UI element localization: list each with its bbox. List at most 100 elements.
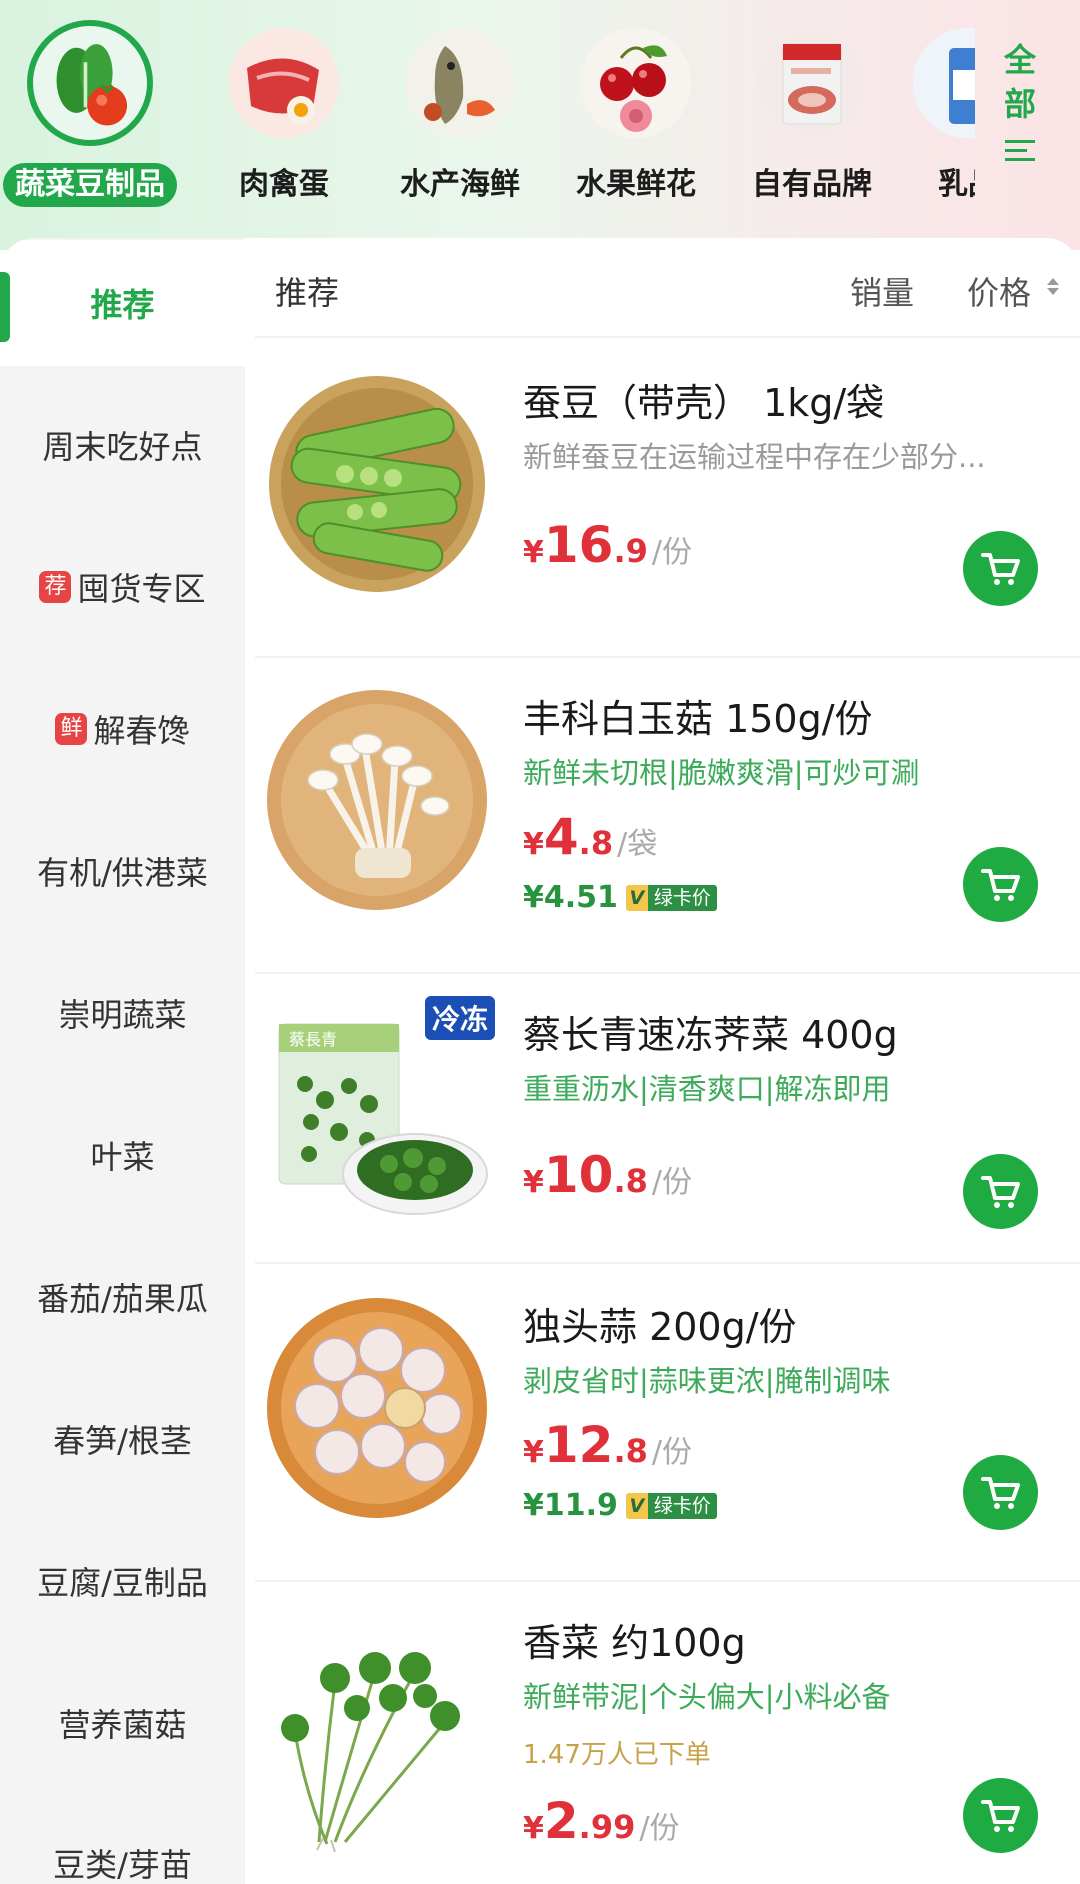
price-decimal: .8 <box>578 824 614 862</box>
price-decimal: .8 <box>613 1162 648 1200</box>
price-unit: /份 <box>651 1165 692 1200</box>
cart-icon <box>980 1799 1020 1832</box>
product-subtitle: 新鲜未切根|脆嫩爽滑|可炒可涮 <box>523 756 920 790</box>
v-icon: V <box>625 884 648 911</box>
category-label: 自有品牌 <box>752 167 872 202</box>
price-unit: /份 <box>639 1811 680 1846</box>
sidebar-item-beans[interactable]: 豆类/芽苗 <box>0 1798 245 1884</box>
coriander-image <box>265 1612 490 1853</box>
product-price: ¥2.99/份 <box>523 1792 679 1850</box>
sort-sales-tab[interactable]: 销量 <box>850 268 914 314</box>
product-title: 丰科白玉菇 150g/份 <box>523 697 873 741</box>
add-to-cart-button[interactable] <box>963 1154 1038 1229</box>
sidebar-item-label: 营养菌菇 <box>58 1706 187 1744</box>
recommend-badge: 荐 <box>39 571 72 603</box>
sidebar-item-bamboo[interactable]: 春笋/根茎 <box>0 1374 245 1504</box>
product-subtitle: 新鲜蚕豆在运输过程中存在少部分... <box>523 440 986 474</box>
sort-price-tab[interactable]: 价格 <box>967 268 1031 314</box>
add-to-cart-button[interactable] <box>963 531 1038 606</box>
fruit-flower-icon <box>581 28 691 138</box>
product-title: 蔡长青速冻荠菜 400g <box>523 1013 898 1057</box>
sidebar-item-recommend[interactable]: 推荐 <box>0 240 245 366</box>
category-own-brand[interactable]: 自有品牌 <box>724 18 900 218</box>
dairy-icon <box>913 28 975 138</box>
product-card[interactable]: 独头蒜 200g/份 剥皮省时|蒜味更浓|腌制调味 ¥12.8/份 ¥11.9 … <box>255 1266 1080 1582</box>
member-price-value: ¥4.51 <box>523 880 618 915</box>
green-card-badge: V 绿卡价 <box>625 884 717 911</box>
cart-icon <box>980 552 1020 585</box>
price-decimal: .8 <box>613 1432 648 1470</box>
green-card-label: 绿卡价 <box>647 1492 717 1519</box>
add-to-cart-button[interactable] <box>963 1455 1038 1530</box>
sidebar-item-label: 有机/供港菜 <box>37 854 208 892</box>
sidebar-item-label: 豆腐/豆制品 <box>37 1564 208 1602</box>
green-card-label: 绿卡价 <box>647 884 717 911</box>
currency-symbol: ¥ <box>523 1811 544 1846</box>
main-panel: 推荐 周末吃好点 荐 囤货专区 鲜 解春馋 有机/供港菜 崇明蔬菜 叶菜 番茄/… <box>0 238 1080 1884</box>
price-integer: 12 <box>543 1416 614 1474</box>
member-price: ¥4.51 V 绿卡价 <box>523 880 717 915</box>
v-icon: V <box>625 1492 648 1519</box>
sidebar-item-spring[interactable]: 鲜 解春馋 <box>0 664 245 794</box>
category-label: 水果鲜花 <box>576 167 696 202</box>
green-card-badge: V 绿卡价 <box>625 1492 717 1519</box>
product-card[interactable]: 香菜 约100g 新鲜带泥|个头偏大|小料必备 1.47万人已下单 ¥2.99/… <box>255 1582 1080 1884</box>
product-price: ¥12.8/份 <box>523 1416 692 1474</box>
category-fruit-flower[interactable]: 水果鲜花 <box>548 18 724 218</box>
add-to-cart-button[interactable] <box>963 1778 1038 1853</box>
product-subtitle: 新鲜带泥|个头偏大|小料必备 <box>523 1680 891 1714</box>
sort-recommend-tab[interactable]: 推荐 <box>275 268 339 314</box>
category-label: 水产海鲜 <box>400 167 520 202</box>
category-dairy[interactable]: 乳品 <box>880 18 975 218</box>
vegetable-icon <box>27 20 153 146</box>
product-card[interactable]: 丰科白玉菇 150g/份 新鲜未切根|脆嫩爽滑|可炒可涮 ¥4.8/袋 ¥4.5… <box>255 658 1080 974</box>
sidebar-item-chongming[interactable]: 崇明蔬菜 <box>0 948 245 1078</box>
price-integer: 4 <box>543 808 579 866</box>
sidebar-item-stockup[interactable]: 荐 囤货专区 <box>0 522 245 652</box>
cart-icon <box>980 1476 1020 1509</box>
cart-icon <box>980 868 1020 901</box>
category-meat-egg[interactable]: 肉禽蛋 <box>196 18 372 218</box>
category-vegetables[interactable]: 蔬菜豆制品 <box>2 18 178 218</box>
sidebar-item-leafy[interactable]: 叶菜 <box>0 1090 245 1220</box>
price-integer: 10 <box>543 1146 614 1204</box>
product-price: ¥16.9/份 <box>523 516 692 574</box>
all-label-1: 全 <box>1003 41 1036 79</box>
category-seafood[interactable]: 水产海鲜 <box>372 18 548 218</box>
own-brand-icon <box>757 28 867 138</box>
sidebar-item-organic[interactable]: 有机/供港菜 <box>0 806 245 936</box>
category-label: 乳品 <box>938 167 975 202</box>
sidebar-item-label: 周末吃好点 <box>42 428 203 466</box>
cart-icon <box>980 1175 1020 1208</box>
menu-lines-icon <box>1005 134 1035 167</box>
product-card[interactable]: 蔡長青 冷冻 蔡长青速冻荠菜 400g 重重沥水|清香爽口|解冻即用 ¥10.8… <box>255 974 1080 1264</box>
member-price: ¥11.9 V 绿卡价 <box>523 1488 717 1523</box>
sort-bar: 推荐 销量 价格 <box>255 238 1080 338</box>
sidebar: 推荐 周末吃好点 荐 囤货专区 鲜 解春馋 有机/供港菜 崇明蔬菜 叶菜 番茄/… <box>0 238 245 1884</box>
product-card[interactable]: 蚕豆（带壳） 1kg/袋 新鲜蚕豆在运输过程中存在少部分... ¥16.9/份 <box>255 342 1080 658</box>
sidebar-item-weekend[interactable]: 周末吃好点 <box>0 380 245 510</box>
sidebar-item-mushroom[interactable]: 营养菌菇 <box>0 1658 245 1788</box>
fresh-badge: 鲜 <box>55 713 88 745</box>
all-categories-button[interactable]: 全 部 <box>985 38 1055 188</box>
product-price: ¥4.8/袋 <box>523 808 657 866</box>
category-scroll[interactable]: 蔬菜豆制品 肉禽蛋 水产海鲜 水果鲜花 自有品牌 乳 <box>0 0 975 240</box>
add-to-cart-button[interactable] <box>963 847 1038 922</box>
price-unit: /份 <box>651 535 692 570</box>
all-label-2: 部 <box>1003 85 1036 123</box>
price-decimal: .99 <box>578 1808 636 1846</box>
product-title: 独头蒜 200g/份 <box>523 1305 797 1349</box>
sidebar-item-label: 春笋/根茎 <box>53 1422 192 1460</box>
frozen-tag: 冷冻 <box>425 996 496 1040</box>
sidebar-item-tomato[interactable]: 番茄/茄果瓜 <box>0 1232 245 1362</box>
garlic-image <box>265 1296 490 1521</box>
currency-symbol: ¥ <box>523 827 544 862</box>
member-price-value: ¥11.9 <box>523 1488 618 1523</box>
sidebar-item-tofu[interactable]: 豆腐/豆制品 <box>0 1516 245 1646</box>
price-integer: 16 <box>543 516 614 574</box>
broad-beans-image <box>265 372 490 597</box>
price-decimal: .9 <box>613 532 648 570</box>
product-title: 蚕豆（带壳） 1kg/袋 <box>523 381 885 425</box>
category-label: 肉禽蛋 <box>239 167 329 202</box>
product-subtitle: 剥皮省时|蒜味更浓|腌制调味 <box>523 1364 891 1398</box>
